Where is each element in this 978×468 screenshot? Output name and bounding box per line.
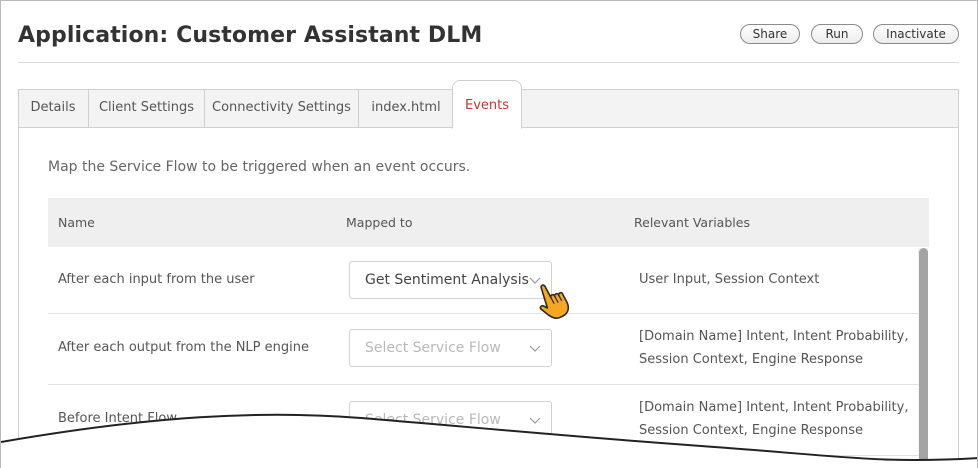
service-flow-select[interactable]: Get Sentiment Analysis xyxy=(349,261,552,299)
share-button[interactable]: Share xyxy=(740,24,800,44)
tab-events[interactable]: Events xyxy=(452,80,522,129)
application-window: Application: Customer Assistant DLM Shar… xyxy=(0,0,978,468)
column-header-name: Name xyxy=(58,215,95,230)
events-intro-text: Map the Service Flow to be triggered whe… xyxy=(48,159,471,175)
page-title: Application: Customer Assistant DLM xyxy=(18,23,483,48)
title-divider xyxy=(18,62,959,63)
hand-pointer-icon xyxy=(539,284,570,319)
chevron-down-icon xyxy=(529,345,541,352)
column-header-relevant-variables: Relevant Variables xyxy=(634,215,750,230)
events-table-header: Name Mapped to Relevant Variables xyxy=(48,198,929,247)
select-value: Get Sentiment Analysis xyxy=(365,272,529,288)
tab-index-html[interactable]: index.html xyxy=(359,89,454,128)
event-name: After each input from the user xyxy=(58,272,255,287)
select-placeholder: Select Service Flow xyxy=(365,340,501,356)
table-row: After each output from the NLP engine Se… xyxy=(48,314,920,385)
relevant-variables: User Input, Session Context xyxy=(639,272,820,287)
inactivate-button[interactable]: Inactivate xyxy=(873,24,959,44)
service-flow-select[interactable]: Select Service Flow xyxy=(349,329,552,367)
tab-client-settings[interactable]: Client Settings xyxy=(89,89,205,128)
event-name: After each output from the NLP engine xyxy=(58,340,309,355)
run-button[interactable]: Run xyxy=(811,24,863,44)
tab-details[interactable]: Details xyxy=(18,89,89,128)
column-header-mapped-to: Mapped to xyxy=(346,215,413,230)
relevant-variables: [Domain Name] Intent, Intent Probability… xyxy=(639,329,909,367)
torn-edge-overlay xyxy=(1,413,977,468)
table-row: After each input from the user Get Senti… xyxy=(48,247,920,314)
tab-connectivity-settings[interactable]: Connectivity Settings xyxy=(205,89,359,128)
